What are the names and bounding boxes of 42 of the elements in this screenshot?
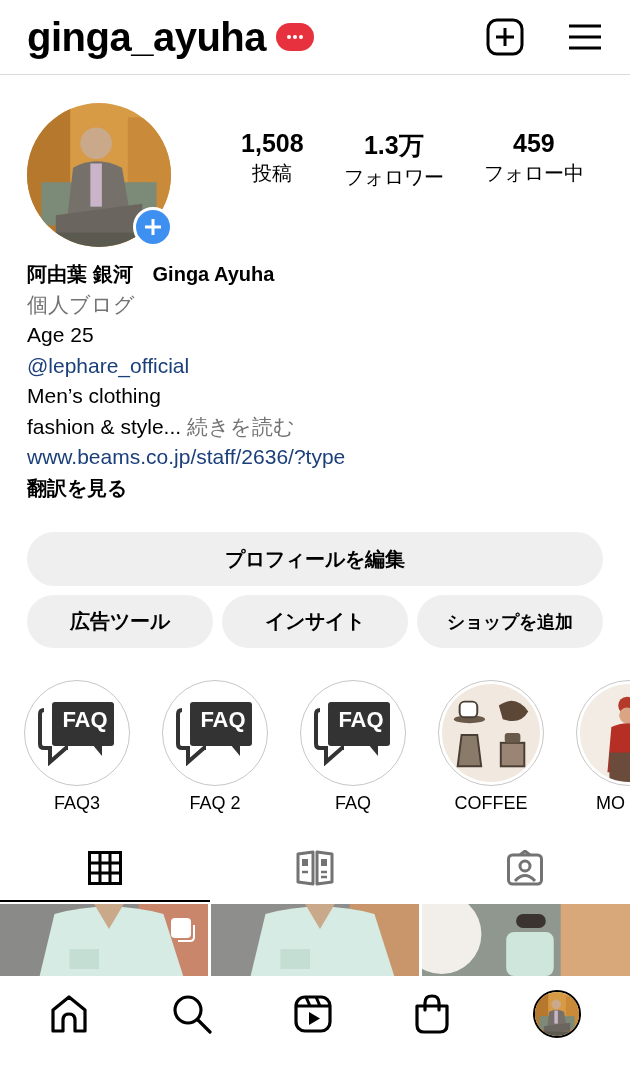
read-more-link[interactable]: 続きを読む bbox=[186, 414, 295, 438]
cover-text: FAQ bbox=[199, 706, 247, 734]
mention-link[interactable]: @lephare_official bbox=[27, 353, 190, 377]
translate-link[interactable]: 翻訳を見る bbox=[27, 476, 127, 499]
highlight-label[interactable]: COFFEE bbox=[454, 793, 528, 814]
reels-icon[interactable] bbox=[293, 995, 332, 1033]
profile-action-button[interactable]: ショップを追加 bbox=[417, 595, 603, 648]
highlight-label[interactable]: FAQ3 bbox=[54, 793, 100, 814]
new-post-icon[interactable] bbox=[486, 18, 524, 56]
bio-text: Age 25 bbox=[27, 323, 94, 346]
tagged-person-icon bbox=[507, 850, 543, 886]
profile-action-button[interactable]: 広告ツール bbox=[27, 595, 213, 648]
cover-text: FAQ bbox=[337, 706, 385, 734]
stat-label[interactable]: フォロワー bbox=[343, 164, 444, 191]
stat-label[interactable]: フォロー中 bbox=[483, 160, 584, 187]
edit-profile-button[interactable]: プロフィールを編集 bbox=[27, 532, 603, 586]
bio-text: Men’s clothing bbox=[27, 384, 161, 407]
stat-label[interactable]: 投稿 bbox=[252, 160, 293, 187]
menu-icon[interactable] bbox=[568, 23, 602, 51]
stat-count[interactable]: 1,508 bbox=[241, 129, 304, 158]
speech-bubble-icon bbox=[38, 700, 116, 766]
bio-text: fashion & style... bbox=[27, 414, 182, 438]
profile-category: 個人ブログ bbox=[27, 292, 135, 316]
open-book-icon bbox=[296, 850, 334, 886]
stat-count[interactable]: 1.3万 bbox=[363, 129, 424, 162]
profile-name: 阿由葉 銀河 Ginga Ayuha bbox=[27, 263, 275, 285]
shopping-bag-icon[interactable] bbox=[414, 994, 451, 1034]
grid-icon bbox=[88, 851, 122, 885]
highlight-label[interactable]: FAQ 2 bbox=[189, 793, 241, 814]
website-link[interactable]: www.beams.co.jp/staff/2636/?type bbox=[27, 445, 346, 468]
highlight-label[interactable]: MO bbox=[596, 793, 625, 814]
home-icon[interactable] bbox=[49, 994, 90, 1034]
search-icon[interactable] bbox=[171, 994, 212, 1034]
stat-count[interactable]: 459 bbox=[513, 129, 555, 158]
profile-action-button[interactable]: インサイト bbox=[222, 595, 408, 648]
add-story-icon[interactable] bbox=[133, 207, 173, 247]
more-badge-icon[interactable] bbox=[276, 23, 314, 51]
speech-bubble-icon bbox=[314, 700, 392, 766]
speech-bubble-icon bbox=[176, 700, 254, 766]
highlight-label[interactable]: FAQ bbox=[335, 793, 371, 814]
cover-text: FAQ bbox=[61, 706, 109, 734]
username: ginga_ayuha bbox=[27, 17, 266, 57]
